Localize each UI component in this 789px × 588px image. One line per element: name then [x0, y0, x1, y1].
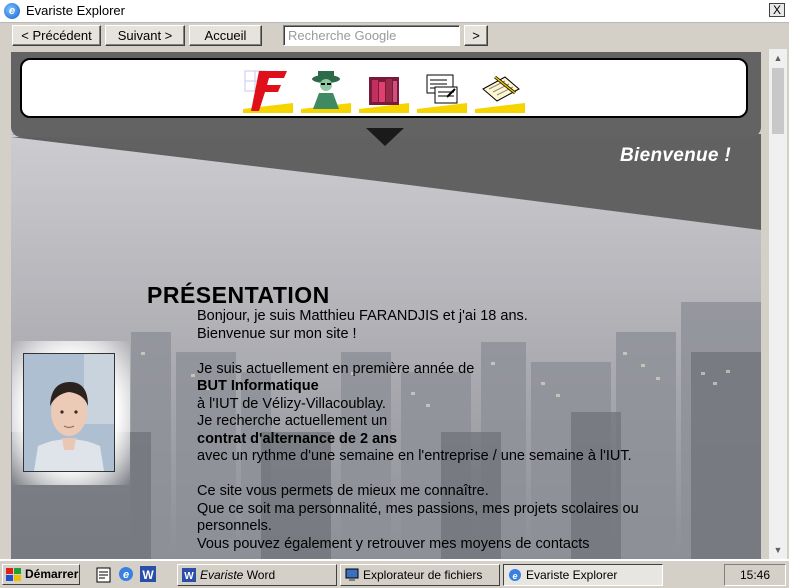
close-button[interactable]: X: [769, 3, 785, 17]
word-icon: W: [182, 568, 196, 582]
scroll-down-icon[interactable]: ▼: [769, 541, 787, 559]
search-go-button[interactable]: >: [464, 25, 488, 46]
text-line: Bonjour, je suis Matthieu FARANDJIS et j…: [197, 308, 528, 324]
text-line: à l'IUT de Vélizy-Villacoublay.: [197, 395, 386, 412]
title-bar: e Evariste Explorer X: [0, 0, 789, 23]
windows-logo-icon: [6, 568, 21, 581]
notebook-icon[interactable]: [475, 67, 525, 113]
task-label: Explorateur de fichiers: [363, 568, 483, 582]
text-line: Je recherche actuellement un: [197, 413, 388, 429]
svg-text:W: W: [142, 568, 154, 582]
highlight-text: contrat d'alternance de 2 ans: [197, 430, 398, 447]
photo-frame: [12, 341, 130, 485]
forward-button[interactable]: Suivant >: [105, 25, 185, 46]
start-label: Démarrer: [25, 567, 79, 581]
vertical-scrollbar[interactable]: ▲ ▼: [769, 49, 787, 559]
text-gap: [197, 343, 717, 361]
task-evariste-explorer[interactable]: e Evariste Explorer: [503, 564, 663, 586]
svg-text:W: W: [184, 571, 194, 582]
toolbar: < Précédent Suivant > Accueil Recherche …: [0, 23, 789, 49]
start-button[interactable]: Démarrer: [2, 564, 80, 585]
text-line: Ce site vous permets de mieux me connaît…: [197, 483, 489, 499]
highlight-text: BUT Informatique: [197, 378, 319, 394]
clock: 15:46: [724, 564, 786, 586]
letter-icon[interactable]: [417, 67, 467, 113]
home-button[interactable]: Accueil: [189, 25, 262, 46]
text-line: Bienvenue sur mon site !: [197, 325, 357, 342]
svg-text:e: e: [123, 569, 129, 581]
window-title: Evariste Explorer: [26, 3, 125, 18]
profile-photo: [23, 353, 115, 472]
search-input[interactable]: Recherche Google: [283, 25, 460, 46]
word-icon[interactable]: W: [139, 565, 157, 583]
task-label-brand: Evariste: [200, 568, 244, 582]
text-line: Vous pouvez également y retrouver mes mo…: [197, 535, 590, 552]
task-label: Evariste Explorer: [526, 568, 618, 582]
text-gap: [197, 466, 717, 484]
nav-arrow-icon: [366, 128, 404, 146]
scroll-up-icon[interactable]: ▲: [769, 49, 787, 67]
task-explorateur[interactable]: Explorateur de fichiers: [340, 564, 500, 586]
agent-icon[interactable]: [301, 67, 351, 113]
browser-viewport: Bienvenue ! PRÉSENTATION Bonjour, je sui…: [0, 49, 789, 559]
welcome-heading: Bienvenue !: [620, 145, 731, 166]
browser-icon[interactable]: e: [117, 565, 135, 583]
presentation-text: Bonjour, je suis Matthieu FARANDJIS et j…: [197, 308, 717, 553]
bookshelf-icon[interactable]: [359, 67, 409, 113]
explorer-icon: e: [4, 3, 20, 19]
navigation-bar: [20, 58, 748, 118]
text-line: Je suis actuellement en première année d…: [197, 360, 475, 377]
notepad-icon[interactable]: [95, 565, 113, 583]
task-label: Word: [243, 568, 276, 582]
flash-icon[interactable]: [243, 67, 293, 113]
section-title: PRÉSENTATION: [147, 282, 330, 308]
scroll-thumb[interactable]: [772, 68, 784, 134]
svg-text:e: e: [512, 571, 517, 581]
back-button[interactable]: < Précédent: [12, 25, 101, 46]
computer-icon: [345, 568, 359, 581]
text-line: Que ce soit ma personnalité, mes passion…: [197, 500, 639, 517]
text-line: avec un rythme d'une semaine en l'entrep…: [197, 448, 632, 464]
taskbar: Démarrer e W W Evariste Word Explorateur…: [0, 559, 789, 588]
explorer-icon: e: [509, 569, 521, 581]
text-line: personnels.: [197, 518, 272, 534]
web-page: Bienvenue ! PRÉSENTATION Bonjour, je sui…: [11, 52, 761, 559]
task-evariste-word[interactable]: W Evariste Word: [177, 564, 337, 586]
